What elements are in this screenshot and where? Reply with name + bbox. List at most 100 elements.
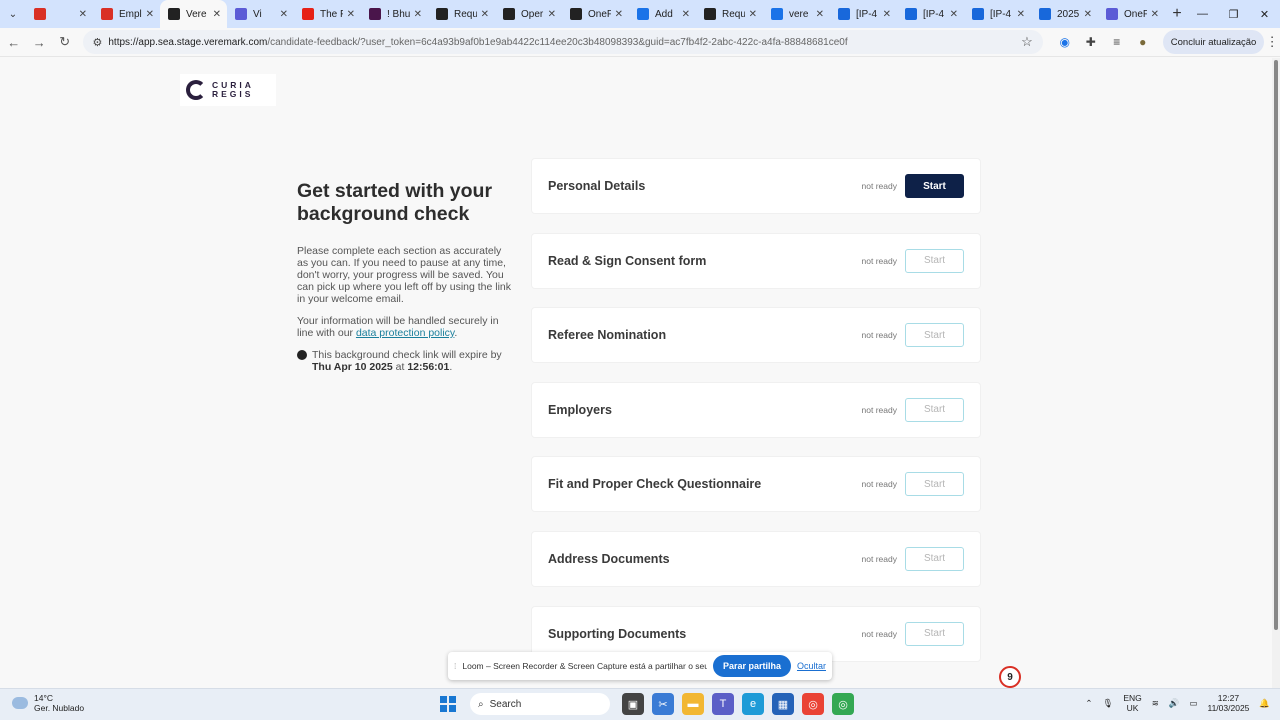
chevron-up-icon[interactable]: ⌃ (1085, 698, 1092, 709)
close-tab-icon[interactable]: ✕ (414, 9, 422, 20)
close-tab-icon[interactable]: ✕ (146, 9, 154, 20)
browser-tab[interactable]: OneF ✕ (1098, 0, 1165, 28)
taskbar-search[interactable]: ⌕ Search (470, 693, 610, 715)
bookmark-star-icon[interactable]: ☆ (1021, 34, 1033, 50)
close-tab-icon[interactable]: ✕ (1017, 9, 1025, 20)
microphone-icon[interactable]: 🎙 (1103, 698, 1114, 709)
browser-tab[interactable]: [IP-4 ✕ (830, 0, 897, 28)
browser-tab[interactable]: [IP-4 ✕ (964, 0, 1031, 28)
expiry-notice: This background check link will expire b… (297, 349, 512, 373)
veremark-icon (503, 8, 515, 20)
file-explorer-icon[interactable]: ▬ (682, 693, 704, 715)
browser-tab[interactable]: [IP-4 ✕ (897, 0, 964, 28)
clock[interactable]: 12:27 11/03/2025 (1207, 693, 1249, 713)
close-tab-icon[interactable]: ✕ (213, 9, 221, 20)
expiry-time: 12:56:01 (407, 361, 450, 373)
browser-tab[interactable]: ✕ (26, 0, 93, 28)
maximize-icon[interactable]: ❐ (1218, 0, 1249, 28)
start-button[interactable]: Start (905, 546, 964, 571)
store-icon[interactable]: ▦ (772, 693, 794, 715)
back-icon[interactable]: ← (2, 30, 26, 54)
close-tab-icon[interactable]: ✕ (481, 9, 489, 20)
youtube-icon (302, 8, 314, 20)
expiry-date: Thu Apr 10 2025 (312, 361, 393, 373)
extension-icon[interactable]: ◉ (1053, 30, 1077, 54)
sheet-icon (771, 8, 783, 20)
reload-icon[interactable]: ↻ (53, 30, 77, 54)
update-button[interactable]: Concluir atualização (1162, 30, 1265, 54)
profile-avatar-icon[interactable]: ● (1131, 30, 1155, 54)
start-button[interactable]: Start (905, 174, 964, 198)
browser-tab[interactable]: ! Bhu ✕ (361, 0, 428, 28)
address-bar[interactable]: ⚙ https://app.sea.stage.veremark.com/can… (82, 30, 1043, 54)
snipping-tool-icon[interactable]: ✂ (652, 693, 674, 715)
browser-tab[interactable]: Requ ✕ (696, 0, 763, 28)
page-scrollbar[interactable] (1272, 58, 1280, 688)
close-tab-icon[interactable]: ✕ (548, 9, 556, 20)
browser-tab[interactable]: Empl ✕ (93, 0, 160, 28)
stop-sharing-button[interactable]: Parar partilha (712, 655, 791, 677)
minimize-icon[interactable]: — (1187, 0, 1218, 28)
data-protection-link[interactable]: data protection policy (356, 327, 454, 339)
browser-tab[interactable]: 2025 ✕ (1031, 0, 1098, 28)
close-tab-icon[interactable]: ✕ (1151, 9, 1159, 20)
browser-tab[interactable]: vere ✕ (763, 0, 830, 28)
language-indicator[interactable]: ENG UK (1123, 693, 1141, 713)
close-tab-icon[interactable]: ✕ (79, 9, 87, 20)
chrome-icon[interactable]: ◎ (802, 693, 824, 715)
drag-handle-icon[interactable]: ⁞ (454, 661, 456, 671)
chrome-profile-icon[interactable]: ◎ (832, 693, 854, 715)
tab-title: Requ (722, 8, 745, 20)
close-tab-icon[interactable]: ✕ (682, 9, 690, 20)
media-control-icon[interactable]: ≡ (1105, 30, 1129, 54)
extensions-puzzle-icon[interactable]: ✚ (1079, 30, 1103, 54)
browser-tab[interactable]: Add ✕ (629, 0, 696, 28)
section-title: Referee Nomination (548, 328, 667, 343)
start-button[interactable]: Start (905, 323, 964, 348)
close-tab-icon[interactable]: ✕ (1084, 9, 1092, 20)
browser-tab[interactable]: Vi ✕ (227, 0, 294, 28)
close-tab-icon[interactable]: ✕ (749, 9, 757, 20)
window-controls: — ❐ ✕ (1187, 0, 1280, 28)
start-button[interactable]: Start (905, 472, 964, 497)
close-tab-icon[interactable]: ✕ (816, 9, 824, 20)
menu-icon[interactable]: ⋮ (1264, 34, 1280, 50)
browser-tab[interactable]: Requ ✕ (428, 0, 495, 28)
start-button[interactable]: Start (905, 397, 964, 422)
close-tab-icon[interactable]: ✕ (347, 9, 355, 20)
site-info-icon[interactable]: ⚙ (93, 36, 103, 49)
close-tab-icon[interactable]: ✕ (883, 9, 891, 20)
new-tab-button[interactable]: + (1165, 5, 1189, 23)
start-button[interactable]: Start (905, 248, 964, 273)
wifi-icon[interactable]: ≋ (1152, 698, 1159, 709)
close-tab-icon[interactable]: ✕ (280, 9, 288, 20)
hide-link[interactable]: Ocultar (797, 661, 826, 671)
notification-badge[interactable]: 9 (999, 666, 1021, 688)
teams-icon[interactable]: T (712, 693, 734, 715)
browser-tab[interactable]: Vere ✕ (160, 0, 227, 28)
edge-icon[interactable]: e (742, 693, 764, 715)
browser-tab[interactable]: OneF ✕ (562, 0, 629, 28)
weather-widget[interactable]: 14°C Ger. Nublado (12, 693, 84, 713)
scrollbar-thumb[interactable] (1274, 60, 1278, 630)
weather-desc: Ger. Nublado (34, 703, 85, 713)
close-tab-icon[interactable]: ✕ (950, 9, 958, 20)
browser-tab[interactable]: The F ✕ (294, 0, 361, 28)
tab-title: OneF (588, 8, 611, 20)
start-button[interactable]: Start (905, 621, 964, 646)
browser-tab[interactable]: Oper ✕ (495, 0, 562, 28)
url-path: /candidate-feedback/?user_token=6c4a93b9… (267, 36, 848, 48)
close-tab-icon[interactable]: ✕ (615, 9, 623, 20)
notifications-icon[interactable]: 🔔 (1259, 698, 1270, 709)
start-icon[interactable] (440, 696, 456, 712)
battery-icon[interactable]: ▭ (1189, 698, 1197, 709)
forward-icon[interactable]: → (28, 30, 52, 54)
tab-title: Requ (454, 8, 477, 20)
slack-icon (369, 8, 381, 20)
section-title: Read & Sign Consent form (548, 253, 707, 268)
close-window-icon[interactable]: ✕ (1249, 0, 1280, 28)
task-view-icon[interactable]: ▣ (622, 693, 644, 715)
volume-icon[interactable]: 🔊 (1169, 698, 1180, 709)
section-status: not ready (861, 628, 897, 639)
tab-search-button[interactable]: ⌄ (0, 0, 26, 28)
